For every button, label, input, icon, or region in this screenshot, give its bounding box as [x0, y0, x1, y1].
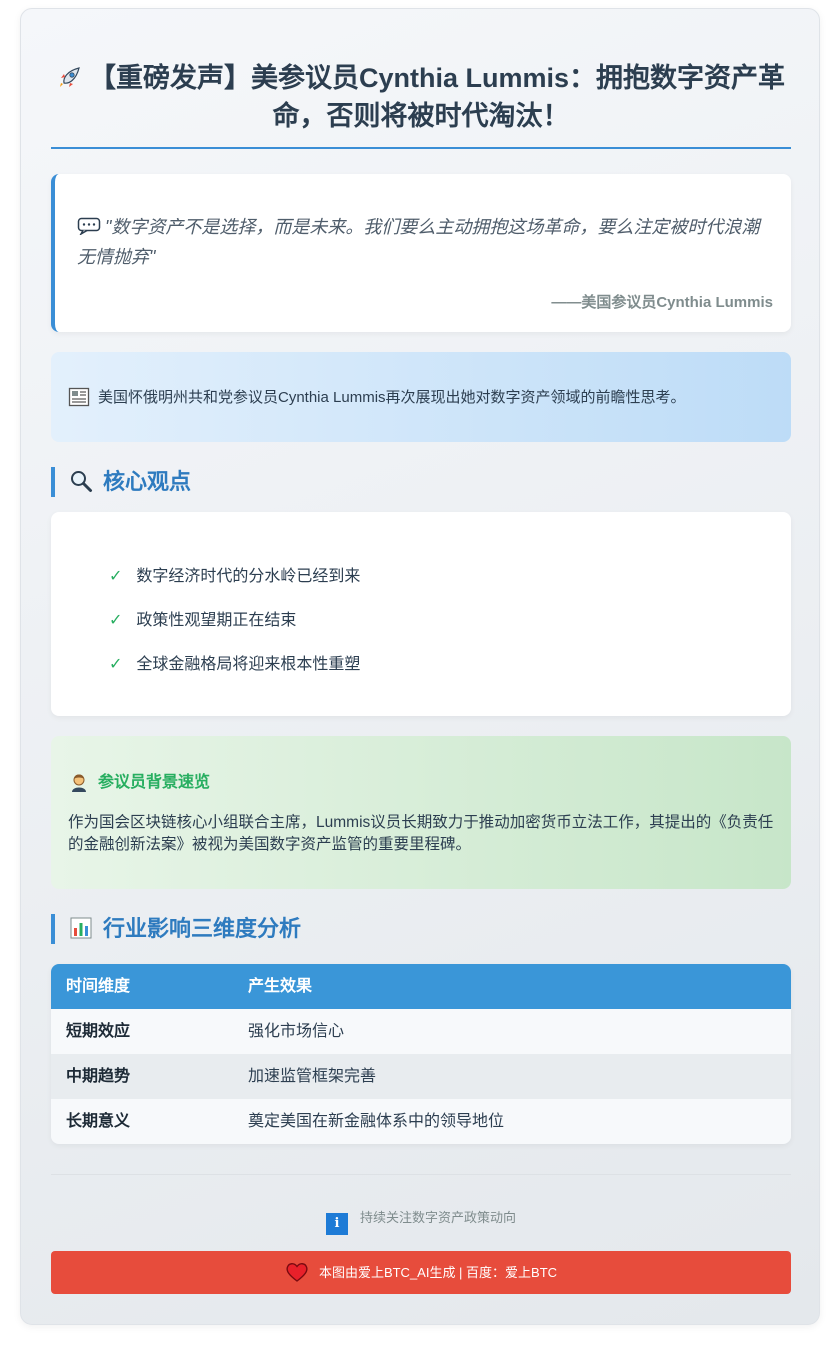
list-item: ✓ 数字经济时代的分水岭已经到来: [109, 566, 360, 588]
core-views-heading: 核心观点: [51, 467, 791, 497]
article-card: 【重磅发声】美参议员Cynthia Lummis：拥抱数字资产革命，否则将被时代…: [20, 8, 820, 1325]
core-views-list: ✓ 数字经济时代的分水岭已经到来 ✓ 政策性观望期正在结束 ✓ 全球金融格局将迎来根本…: [51, 512, 791, 716]
footer-banner: 本图由爱上BTC_AI生成 | 百度：爱上BTC: [51, 1251, 791, 1294]
follow-note: i 持续关注数字资产政策动向: [21, 1207, 821, 1235]
table-row: 中期趋势 加速监管框架完善: [51, 1054, 791, 1099]
title-block: 【重磅发声】美参议员Cynthia Lummis：拥抱数字资产革命，否则将被时代…: [51, 59, 791, 135]
table-cell-effect: 加速监管框架完善: [248, 1068, 377, 1085]
footer-text: 本图由爱上BTC_AI生成 | 百度：爱上BTC: [318, 1265, 558, 1280]
intro-paragraph: 美国怀俄明州共和党参议员Cynthia Lummis再次展现出她对数字资产领域的…: [68, 386, 686, 409]
quote-block: "数字资产不是选择，而是未来。我们要么主动拥抱这场革命，要么注定被时代浪潮无情抛…: [51, 174, 791, 332]
magnifier-icon: [71, 471, 92, 492]
table-header-row: 时间维度 产生效果: [51, 964, 791, 1009]
table-cell-dimension: 长期意义: [66, 1113, 131, 1130]
list-item: ✓ 政策性观望期正在结束: [109, 610, 296, 632]
core-views-heading-text: 核心观点: [103, 469, 192, 494]
background-title-text: 参议员背景速览: [98, 774, 211, 791]
page-title-text: 【重磅发声】美参议员Cynthia Lummis：拥抱数字资产革命，否则将被时代…: [88, 63, 786, 131]
list-item: ✓ 全球金融格局将迎来根本性重塑: [109, 654, 360, 676]
table-row: 长期意义 奠定美国在新金融体系中的领导地位: [51, 1099, 791, 1144]
page-title: 【重磅发声】美参议员Cynthia Lummis：拥抱数字资产革命，否则将被时代…: [51, 59, 791, 135]
title-divider: [51, 147, 791, 149]
intro-block: 美国怀俄明州共和党参议员Cynthia Lummis再次展现出她对数字资产领域的…: [51, 352, 791, 442]
check-icon: ✓: [109, 568, 123, 585]
check-icon: ✓: [109, 656, 123, 673]
impact-table: 时间维度 产生效果 短期效应 强化市场信心 中期趋势 加速监管框架完善 长期意义…: [51, 964, 791, 1144]
follow-text: 持续关注数字资产政策动向: [359, 1210, 516, 1225]
background-text: 作为国会区块链核心小组联合主席，Lummis议员长期致力于推动加密货币立法工作，…: [68, 814, 774, 853]
table-row: 短期效应 强化市场信心: [51, 1009, 791, 1054]
footer-divider: [51, 1174, 791, 1175]
heart-icon: [286, 1263, 308, 1282]
info-icon: i: [325, 1213, 348, 1235]
list-item-text: 全球金融格局将迎来根本性重塑: [136, 656, 361, 673]
table-cell-effect: 强化市场信心: [248, 1023, 345, 1040]
table-cell-effect: 奠定美国在新金融体系中的领导地位: [248, 1113, 505, 1130]
intro-text: 美国怀俄明州共和党参议员Cynthia Lummis再次展现出她对数字资产领域的…: [98, 389, 686, 406]
rocket-icon: [59, 67, 80, 87]
background-title: 参议员背景速览: [68, 771, 210, 794]
newspaper-icon: [68, 387, 90, 407]
bar-chart-icon: [70, 917, 92, 939]
column-header: 时间维度: [66, 978, 131, 995]
quote-text: "数字资产不是选择，而是未来。我们要么主动拥抱这场革命，要么注定被时代浪潮无情抛…: [77, 212, 772, 272]
person-icon: [72, 774, 86, 792]
background-block: 参议员背景速览 作为国会区块链核心小组联合主席，Lummis议员长期致力于推动加…: [51, 736, 791, 889]
quote-author: ——美国参议员Cynthia Lummis: [551, 294, 773, 311]
list-item-text: 数字经济时代的分水岭已经到来: [136, 568, 361, 585]
column-header: 产生效果: [248, 978, 313, 995]
table-cell-dimension: 中期趋势: [66, 1068, 131, 1085]
quote-body: "数字资产不是选择，而是未来。我们要么主动拥抱这场革命，要么注定被时代浪潮无情抛…: [77, 217, 760, 267]
table-cell-dimension: 短期效应: [66, 1023, 131, 1040]
speech-bubble-icon: [77, 217, 101, 235]
list-item-text: 政策性观望期正在结束: [136, 612, 297, 629]
check-icon: ✓: [109, 612, 123, 629]
impact-heading-text: 行业影响三维度分析: [103, 916, 302, 941]
impact-heading: 行业影响三维度分析: [51, 914, 791, 944]
